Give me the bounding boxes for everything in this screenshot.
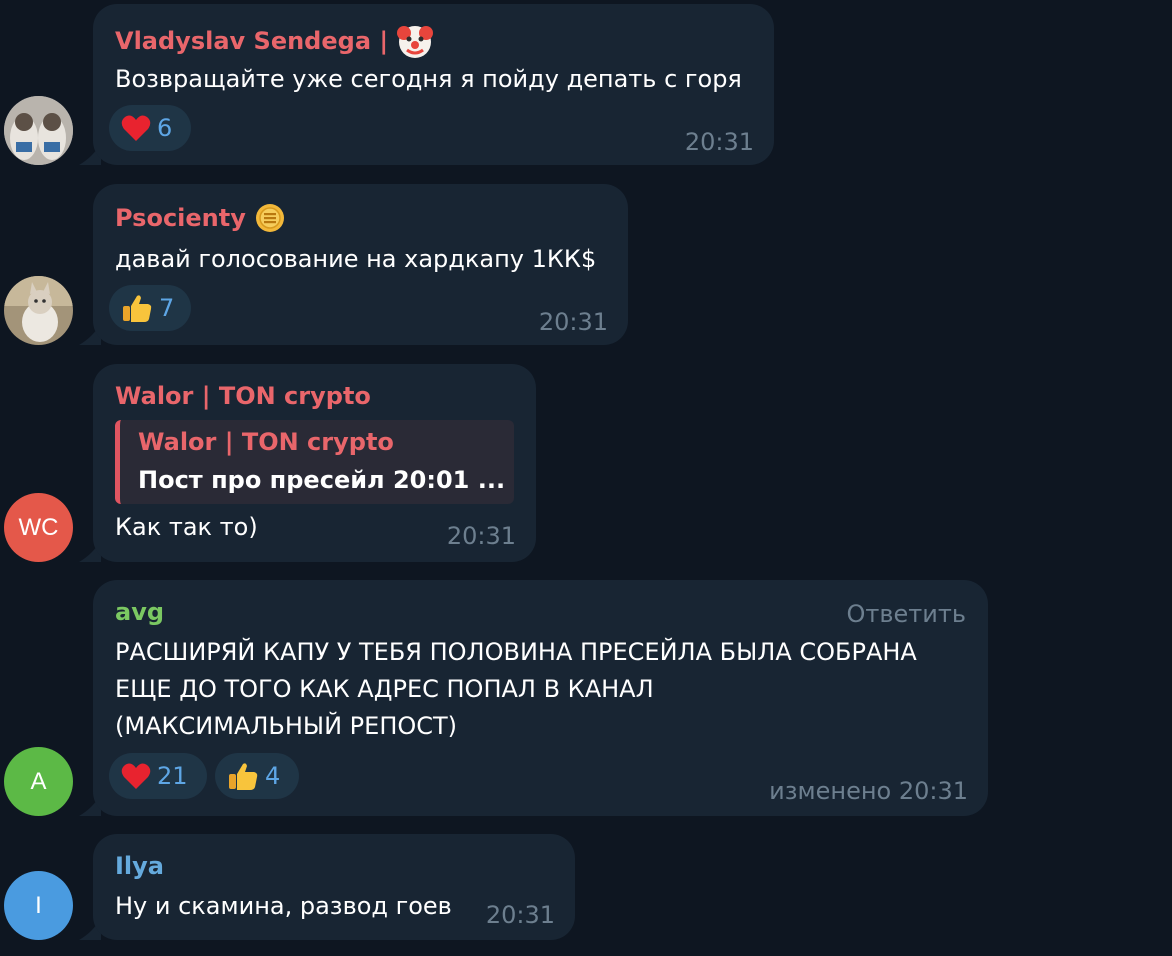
heart-icon bbox=[121, 114, 151, 142]
sender-name[interactable]: Ilya bbox=[115, 852, 164, 880]
reaction-count: 21 bbox=[157, 762, 188, 790]
avatar-initials: A bbox=[30, 767, 47, 795]
sender-name[interactable]: avg bbox=[115, 598, 164, 626]
message-text-line: РАСШИРЯЙ КАПУ У ТЕБЯ ПОЛОВИНА ПРЕСЕЙЛА Б… bbox=[115, 638, 917, 666]
avatar[interactable]: A bbox=[4, 747, 73, 816]
heart-icon bbox=[121, 762, 151, 790]
message-text: Ну и скамина, развод гоев bbox=[115, 892, 452, 920]
sender-name-text: Psocienty bbox=[115, 204, 246, 232]
sender-name-text: avg bbox=[115, 598, 165, 626]
avatar-initials: WC bbox=[18, 513, 59, 541]
gold-coin-icon bbox=[254, 202, 286, 234]
message-bubble[interactable]: Vladyslav Sendega | Возвращайте уже сего… bbox=[93, 4, 774, 165]
reaction-count: 7 bbox=[159, 294, 175, 322]
sender-name[interactable]: Psocienty bbox=[115, 202, 286, 234]
avatar[interactable]: WC bbox=[4, 493, 73, 562]
reaction-thumbs-up[interactable]: 7 bbox=[109, 285, 191, 331]
message-bubble[interactable]: Ilya Ну и скамина, развод гоев 20:31 bbox=[93, 834, 575, 940]
thumbs-up-icon bbox=[227, 760, 259, 792]
sender-name-text: Ilya bbox=[115, 852, 164, 880]
message-text: Как так то) bbox=[115, 513, 258, 541]
message-bubble[interactable]: avg Ответить РАСШИРЯЙ КАПУ У ТЕБЯ ПОЛОВИ… bbox=[93, 580, 988, 816]
thumbs-up-icon bbox=[121, 292, 153, 324]
avatar[interactable] bbox=[4, 276, 73, 345]
avatar[interactable] bbox=[4, 96, 73, 165]
message-time: изменено 20:31 bbox=[769, 777, 968, 805]
reaction-count: 6 bbox=[157, 114, 173, 142]
reply-button[interactable]: Ответить bbox=[847, 600, 966, 628]
reaction-heart[interactable]: 21 bbox=[109, 753, 207, 799]
reply-sender: Walor | TON crypto bbox=[138, 428, 394, 456]
sender-name-text: Walor | TON crypto bbox=[115, 382, 371, 410]
reaction-thumbs-up[interactable]: 4 bbox=[215, 753, 299, 799]
message-time: 20:31 bbox=[446, 522, 516, 550]
reply-quote[interactable]: Walor | TON crypto Пост про пресейл 20:0… bbox=[115, 420, 514, 504]
message-text-line: (МАКСИМАЛЬНЫЙ РЕПОСТ) bbox=[115, 712, 458, 740]
reaction-heart[interactable]: 6 bbox=[109, 105, 191, 151]
reaction-count: 4 bbox=[265, 762, 281, 790]
message-text-line: ЕЩЕ ДО ТОГО КАК АДРЕС ПОПАЛ В КАНАЛ bbox=[115, 675, 654, 703]
message-text: давай голосование на хардкапу 1КК$ bbox=[115, 245, 597, 273]
sender-name[interactable]: Walor | TON crypto bbox=[115, 382, 371, 410]
message-text: Возвращайте уже сегодня я пойду депать с… bbox=[115, 65, 742, 93]
avatar-initials: I bbox=[35, 891, 42, 919]
reply-text: Пост про пресейл 20:01 ... bbox=[138, 466, 506, 494]
message-time: 20:31 bbox=[485, 901, 555, 929]
avatar-photo-icon bbox=[4, 96, 73, 165]
message-time: 20:31 bbox=[684, 128, 754, 156]
clown-face-icon bbox=[396, 22, 434, 60]
sender-name[interactable]: Vladyslav Sendega | bbox=[115, 22, 434, 60]
sender-name-text: Vladyslav Sendega | bbox=[115, 27, 389, 55]
avatar-photo-icon bbox=[4, 276, 73, 345]
message-text: РАСШИРЯЙ КАПУ У ТЕБЯ ПОЛОВИНА ПРЕСЕЙЛА Б… bbox=[115, 634, 917, 745]
message-bubble[interactable]: Psocienty давай голосование на хардкапу … bbox=[93, 184, 628, 345]
message-time: 20:31 bbox=[538, 308, 608, 336]
avatar[interactable]: I bbox=[4, 871, 73, 940]
message-bubble[interactable]: Walor | TON crypto Walor | TON crypto По… bbox=[93, 364, 536, 562]
chat-history[interactable]: Vladyslav Sendega | Возвращайте уже сего… bbox=[0, 0, 1172, 956]
